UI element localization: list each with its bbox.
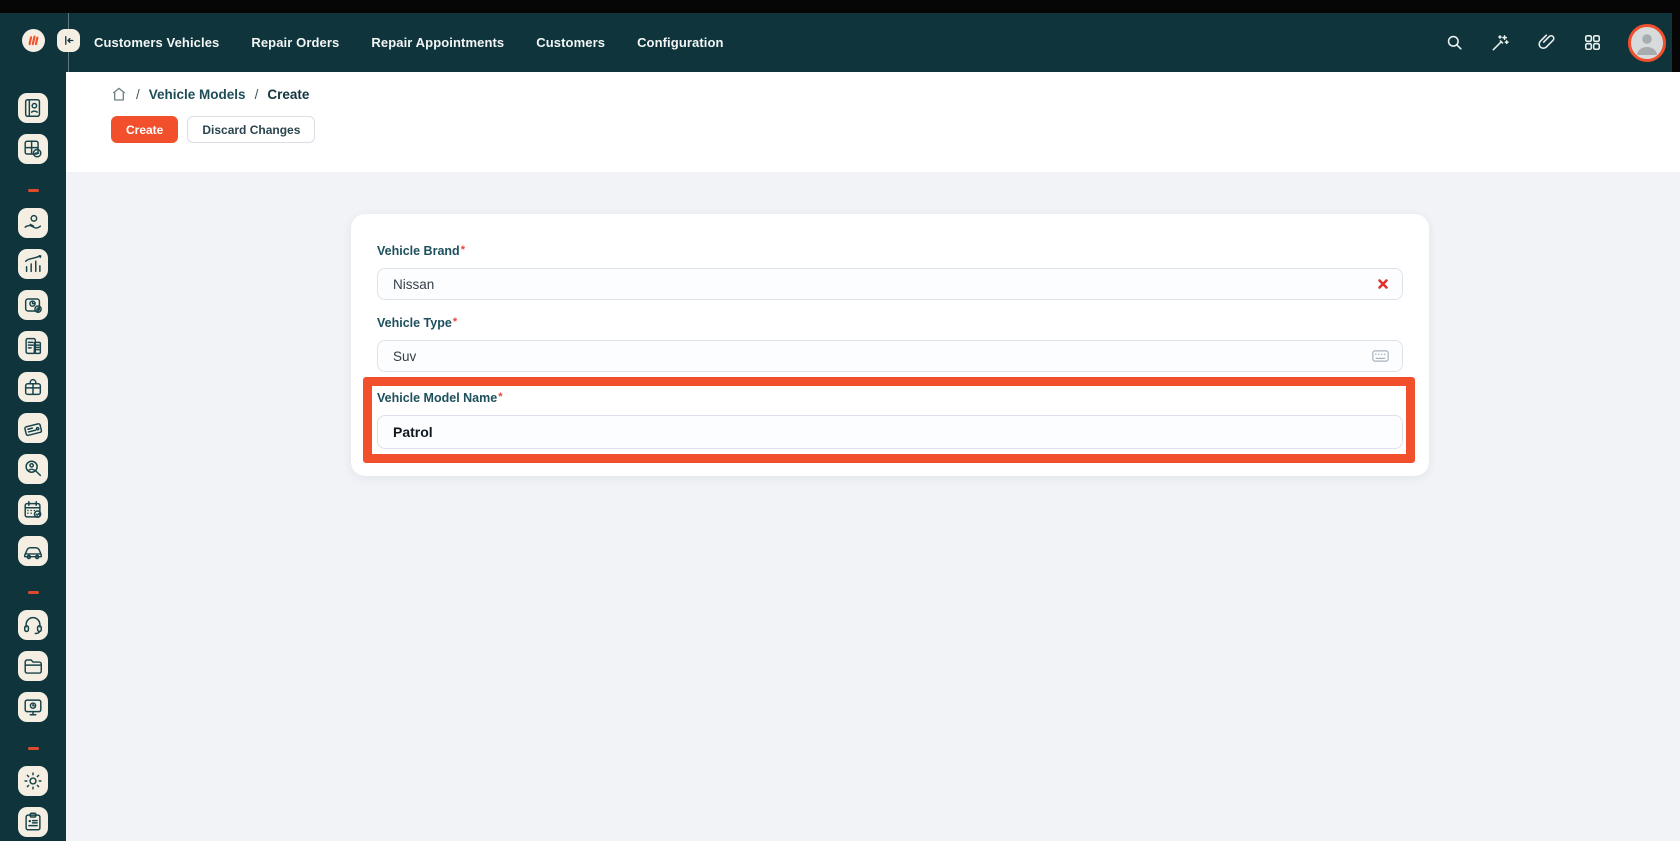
sidebar-app-contacts-book-icon[interactable] [18,93,48,123]
sidebar-group-divider [27,591,39,594]
vehicle-type-value: Suv [393,348,417,364]
main-nav: Customers Vehicles Repair Orders Repair … [94,13,724,72]
vehicle-model-name-label: Vehicle Model Name* [377,391,503,405]
apps-grid-icon[interactable] [1582,33,1602,53]
presentation-screen-icon [24,699,42,716]
clear-x-icon[interactable] [1377,278,1389,290]
breadcrumb-separator: / [254,86,259,102]
window-top-strip [0,0,1680,13]
nav-item-configuration[interactable]: Configuration [637,35,724,50]
sidebar-group-divider [27,747,39,750]
action-buttons: Create Discard Changes [111,116,316,143]
paperclip-icon[interactable] [1536,33,1556,53]
vehicle-car-icon [24,547,42,560]
vehicle-type-input[interactable]: Suv [377,340,1403,372]
app-sidebar [0,72,66,841]
sidebar-app-report-clipboard-icon[interactable] [18,807,48,837]
window-corner-notch [1672,0,1680,72]
sidebar-app-order-clipboard-icon[interactable] [18,331,48,361]
vehicle-type-label: Vehicle Type* [377,316,458,330]
vehicle-model-form-card: Vehicle Brand* Nissan Vehicle Type* Suv [351,214,1429,476]
top-navbar: Customers Vehicles Repair Orders Repair … [0,13,1680,72]
vehicle-brand-input[interactable]: Nissan [377,268,1403,300]
purchase-bag-icon [24,379,42,396]
vehicle-brand-label: Vehicle Brand* [377,244,465,258]
sidebar-app-service-hand-icon[interactable] [18,208,48,238]
brand-logo[interactable] [22,29,45,52]
breadcrumb-current: Create [267,86,310,102]
breadcrumb-vehicle-models[interactable]: Vehicle Models [149,87,246,102]
home-icon[interactable] [111,86,127,102]
sidebar-app-vehicle-car-icon[interactable] [18,536,48,566]
required-asterisk: * [452,316,458,328]
required-asterisk: * [460,244,465,256]
accounting-grid-icon [24,140,42,158]
create-button[interactable]: Create [111,116,179,143]
required-asterisk: * [498,391,503,403]
sidebar-app-support-headset-icon[interactable] [18,610,48,640]
sidebar-app-presentation-screen-icon[interactable] [18,692,48,722]
recruitment-search-icon [25,460,42,477]
sidebar-app-calendar-icon[interactable] [18,495,48,525]
topbar-right-icons [1444,13,1666,72]
documents-folder-icon [24,659,42,674]
search-icon[interactable] [1444,33,1464,53]
app-window: Customers Vehicles Repair Orders Repair … [0,0,1680,841]
user-avatar[interactable] [1628,23,1666,62]
sales-chart-icon [24,255,42,273]
sidebar-app-documents-folder-icon[interactable] [18,651,48,681]
sidebar-group-divider [27,189,39,192]
breadcrumb-separator: / [136,86,140,102]
magic-wand-icon[interactable] [1490,33,1510,53]
vehicle-model-name-value: Patrol [393,424,433,440]
main-content: / Vehicle Models / Create Create Discard… [66,72,1680,841]
vehicle-brand-value: Nissan [393,276,435,292]
calendar-icon [24,501,42,518]
person-icon [1637,33,1657,55]
sidebar-app-sales-chart-icon[interactable] [18,249,48,279]
service-hand-icon [24,214,42,229]
collapse-sidebar-button[interactable] [57,29,80,52]
vehicle-model-name-input[interactable]: Patrol [377,415,1403,449]
breadcrumb: / Vehicle Models / Create [111,86,309,102]
nav-item-repair-appointments[interactable]: Repair Appointments [371,35,504,50]
contacts-book-icon [24,99,41,117]
scale-icon [24,298,42,313]
sidebar-app-accounting-grid-icon[interactable] [18,134,48,164]
collapse-sidebar-icon [65,36,74,45]
sidebar-app-expenses-card-icon[interactable] [18,413,48,443]
support-headset-icon [24,616,42,635]
order-clipboard-icon [25,337,42,355]
sidebar-app-purchase-bag-icon[interactable] [18,372,48,402]
discard-changes-button[interactable]: Discard Changes [187,116,316,143]
settings-gear-icon [24,772,42,790]
brand-logo-icon [28,35,39,46]
sidebar-app-recruitment-search-icon[interactable] [18,454,48,484]
expenses-card-icon [24,423,43,437]
nav-item-customers-vehicles[interactable]: Customers Vehicles [94,35,219,50]
keyboard-icon[interactable] [1372,350,1389,362]
nav-item-customers[interactable]: Customers [536,35,605,50]
report-clipboard-icon [25,812,41,831]
sidebar-app-scale-icon[interactable] [18,290,48,320]
nav-item-repair-orders[interactable]: Repair Orders [251,35,339,50]
sidebar-app-settings-gear-icon[interactable] [18,766,48,796]
